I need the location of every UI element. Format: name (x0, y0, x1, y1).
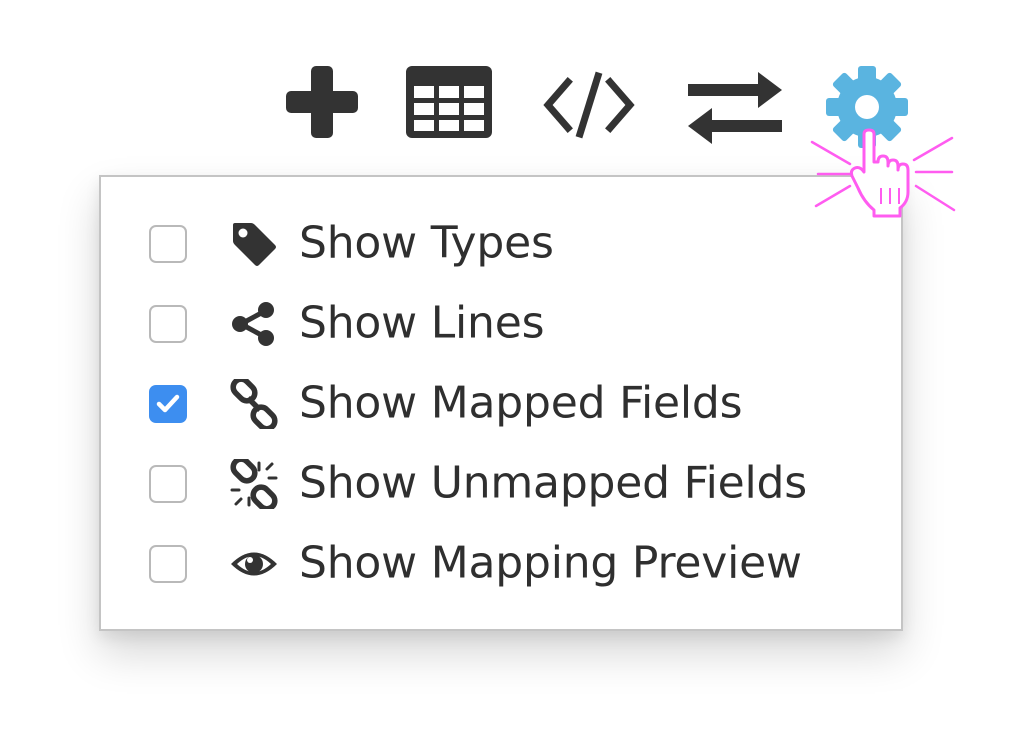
show-types-checkbox[interactable] (149, 225, 187, 263)
plus-icon[interactable] (284, 64, 360, 140)
swap-icon[interactable] (686, 70, 784, 146)
menu-item-label: Show Unmapped Fields (299, 457, 807, 509)
menu-item-show-unmapped-fields[interactable]: Show Unmapped Fields (101, 444, 901, 524)
show-mapping-preview-checkbox[interactable] (149, 545, 187, 583)
page: Show Types Show Lines Show Mapped Fields… (0, 0, 1012, 736)
menu-item-show-lines[interactable]: Show Lines (101, 284, 901, 364)
menu-item-label: Show Types (299, 217, 554, 269)
show-lines-checkbox[interactable] (149, 305, 187, 343)
table-icon[interactable] (404, 64, 494, 140)
link-icon (229, 379, 279, 429)
show-mapped-fields-checkbox[interactable] (149, 385, 187, 423)
share-icon (229, 299, 279, 349)
eye-icon (229, 539, 279, 589)
unlink-icon (229, 459, 279, 509)
menu-item-label: Show Lines (299, 297, 545, 349)
settings-dropdown: Show Types Show Lines Show Mapped Fields… (99, 175, 903, 631)
menu-item-show-types[interactable]: Show Types (101, 204, 901, 284)
menu-item-label: Show Mapping Preview (299, 537, 802, 589)
code-icon[interactable] (540, 70, 638, 140)
menu-item-label: Show Mapped Fields (299, 377, 743, 429)
menu-item-show-mapped-fields[interactable]: Show Mapped Fields (101, 364, 901, 444)
show-unmapped-fields-checkbox[interactable] (149, 465, 187, 503)
gear-icon[interactable] (824, 64, 910, 150)
checkmark-icon (156, 394, 180, 413)
tag-icon (229, 219, 279, 269)
menu-item-show-mapping-preview[interactable]: Show Mapping Preview (101, 524, 901, 604)
